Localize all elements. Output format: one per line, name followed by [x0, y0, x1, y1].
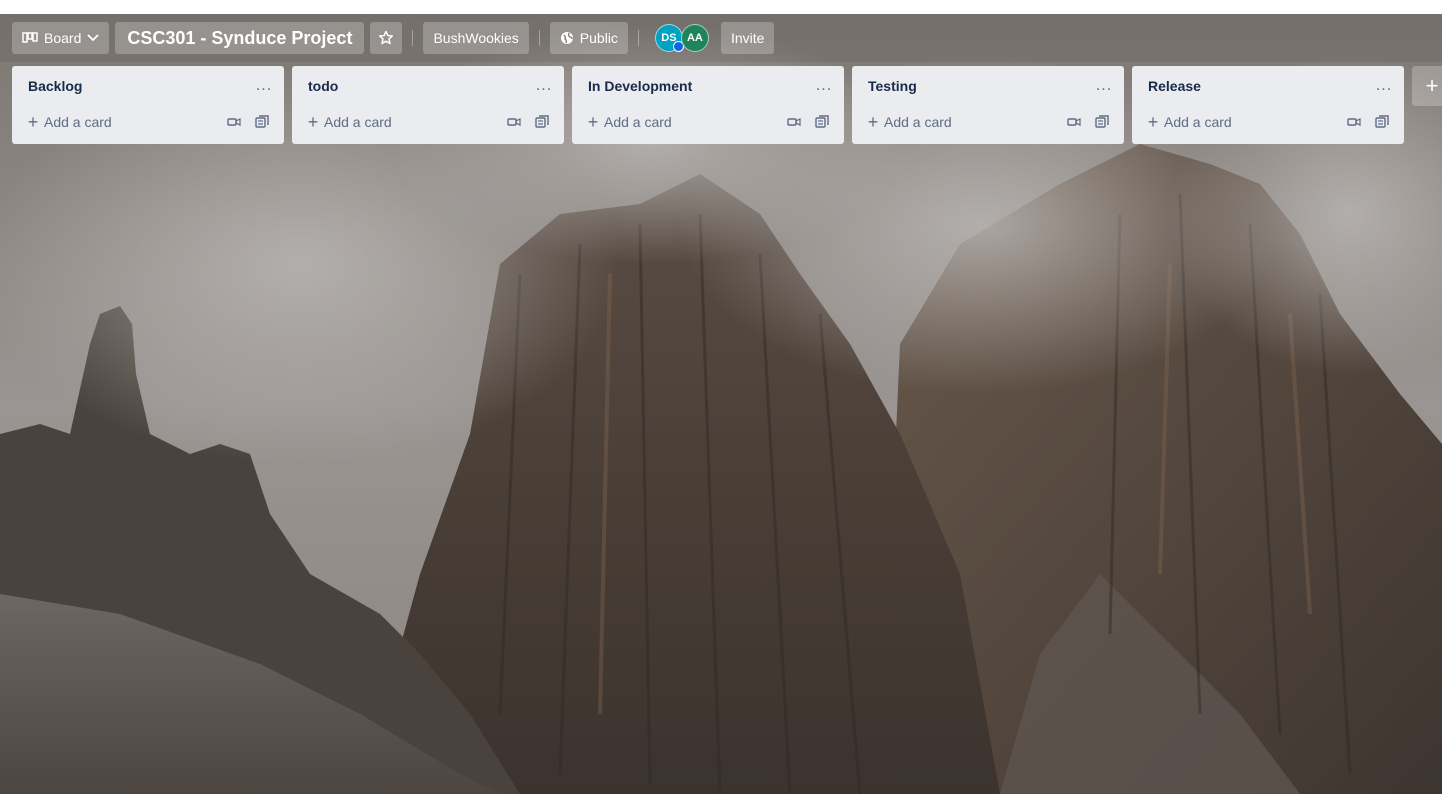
list-footer: + Add a card [1140, 106, 1396, 138]
add-card-label: Add a card [1164, 114, 1232, 130]
board-header: Board CSC301 - Synduce Project BushWooki… [0, 14, 1442, 62]
video-icon[interactable] [224, 112, 244, 132]
globe-icon [560, 31, 574, 45]
add-card-button[interactable]: + Add a card [20, 108, 118, 136]
list-footer: + Add a card [20, 106, 276, 138]
add-card-label: Add a card [324, 114, 392, 130]
header-divider [538, 30, 540, 46]
video-icon[interactable] [784, 112, 804, 132]
add-card-button[interactable]: + Add a card [860, 108, 958, 136]
list-title[interactable]: Backlog [28, 78, 82, 94]
board-members: DS AA [654, 24, 709, 52]
list-footer: + Add a card [300, 106, 556, 138]
video-icon[interactable] [504, 112, 524, 132]
list-header[interactable]: In Development ... [580, 66, 836, 106]
more-horizontal-icon[interactable]: ... [1092, 74, 1116, 98]
avatar-initials: AA [686, 32, 703, 44]
more-horizontal-icon[interactable]: ... [532, 74, 556, 98]
video-icon[interactable] [1344, 112, 1364, 132]
list-in-development: In Development ... + Add a card [572, 66, 844, 144]
video-icon[interactable] [1064, 112, 1084, 132]
workspace-button[interactable]: BushWookies [423, 22, 529, 54]
avatar[interactable]: DS [654, 24, 684, 52]
plus-icon: + [27, 112, 39, 132]
template-icon[interactable] [1092, 112, 1112, 132]
view-switcher-label: Board [44, 30, 82, 46]
header-divider [412, 30, 414, 46]
chevron-down-icon [87, 34, 99, 42]
visibility-label: Public [579, 30, 618, 46]
list-title[interactable]: todo [308, 78, 338, 94]
template-icon[interactable] [532, 112, 552, 132]
plus-icon: + [867, 112, 879, 132]
header-divider [637, 30, 639, 46]
template-icon[interactable] [812, 112, 832, 132]
list-title[interactable]: In Development [588, 78, 692, 94]
add-card-label: Add a card [884, 114, 952, 130]
star-icon [378, 30, 394, 46]
add-card-button[interactable]: + Add a card [300, 108, 398, 136]
list-header[interactable]: todo ... [300, 66, 556, 106]
board-lists: Backlog ... + Add a card todo ... + Add … [12, 66, 1442, 144]
list-todo: todo ... + Add a card [292, 66, 564, 144]
star-board-button[interactable] [370, 22, 403, 54]
list-footer: + Add a card [860, 106, 1116, 138]
more-horizontal-icon[interactable]: ... [812, 74, 836, 98]
list-title[interactable]: Release [1148, 78, 1201, 94]
view-switcher-button[interactable]: Board [12, 22, 110, 54]
plus-icon: + [307, 112, 319, 132]
avatar[interactable]: AA [680, 24, 709, 52]
add-card-label: Add a card [44, 114, 112, 130]
template-icon[interactable] [252, 112, 272, 132]
list-release: Release ... + Add a card [1132, 66, 1404, 144]
window-top-strip [0, 0, 1442, 14]
add-card-button[interactable]: + Add a card [1140, 108, 1238, 136]
board-title[interactable]: CSC301 - Synduce Project [115, 22, 365, 54]
list-testing: Testing ... + Add a card [852, 66, 1124, 144]
list-header[interactable]: Release ... [1140, 66, 1396, 106]
more-horizontal-icon[interactable]: ... [252, 74, 276, 98]
invite-button[interactable]: Invite [720, 22, 775, 54]
plus-icon: + [587, 112, 599, 132]
add-card-label: Add a card [604, 114, 672, 130]
list-header[interactable]: Testing ... [860, 66, 1116, 106]
plus-icon: + [1147, 112, 1159, 132]
template-icon[interactable] [1372, 112, 1392, 132]
board-icon [22, 31, 38, 45]
list-footer: + Add a card [580, 106, 836, 138]
visibility-button[interactable]: Public [549, 22, 628, 54]
add-card-button[interactable]: + Add a card [580, 108, 678, 136]
list-backlog: Backlog ... + Add a card [12, 66, 284, 144]
list-title[interactable]: Testing [868, 78, 917, 94]
more-horizontal-icon[interactable]: ... [1372, 74, 1396, 98]
list-header[interactable]: Backlog ... [20, 66, 276, 106]
add-list-button[interactable]: + [1412, 66, 1442, 106]
